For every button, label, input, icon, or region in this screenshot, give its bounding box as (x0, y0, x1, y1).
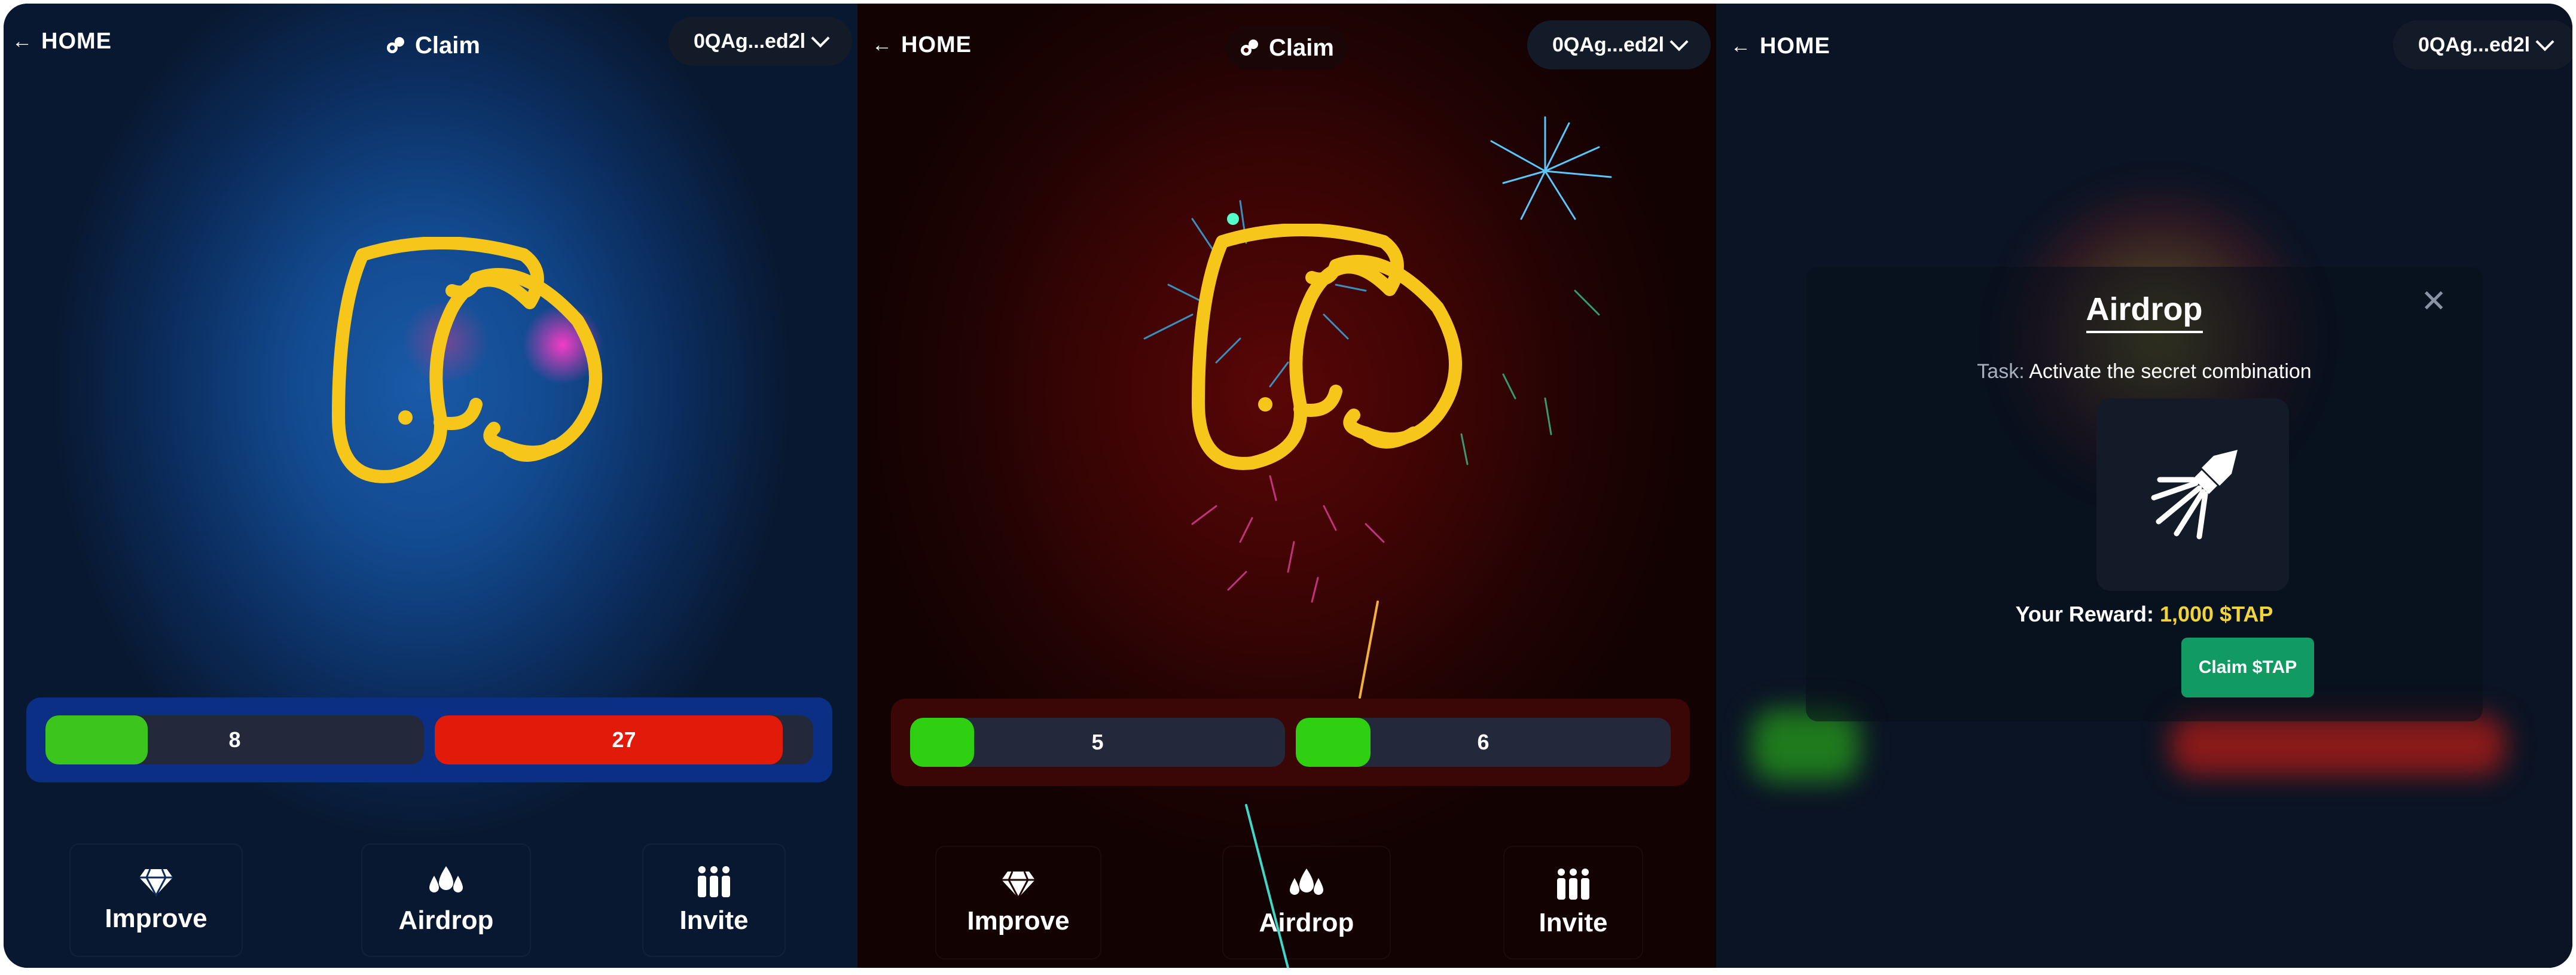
drops-icon (1290, 869, 1323, 895)
nav-airdrop[interactable]: Airdrop (361, 843, 531, 957)
blurred-red-bar (2171, 715, 2505, 775)
butt-logo-icon[interactable] (1186, 224, 1479, 481)
bottom-nav: Improve Airdrop Invite (857, 846, 1716, 959)
nav-airdrop[interactable]: Airdrop (1222, 846, 1391, 959)
progress-bars: 5 6 (891, 699, 1690, 786)
progress-bar-green: 8 (45, 715, 424, 764)
screen-home-red-fireworks: ← HOME Claim 0QAg...ed2l 5 6 Improve Air… (857, 4, 1716, 968)
home-label: HOME (41, 29, 112, 54)
progress-bar-green-2: 6 (1296, 718, 1671, 767)
claim-tap-button[interactable]: Claim $TAP (2181, 638, 2314, 697)
reward-value: 1,000 $TAP (2159, 602, 2273, 626)
reward-text: Your Reward: 1,000 $TAP (1806, 602, 2483, 627)
people-icon (1557, 869, 1589, 900)
nav-label: Improve (105, 904, 207, 933)
progress-value: 8 (228, 727, 241, 752)
progress-bars: 8 27 (26, 697, 832, 782)
top-bar: ← HOME Claim 0QAg...ed2l (4, 4, 857, 87)
task-image (2096, 398, 2289, 591)
butt-logo-icon[interactable] (326, 237, 619, 494)
nav-improve[interactable]: Improve (69, 843, 243, 957)
chevron-down-icon (811, 29, 830, 48)
task-key: Task: (1977, 360, 2025, 383)
task-value: Activate the secret combination (2029, 360, 2312, 383)
claim-button[interactable]: Claim (372, 24, 493, 67)
claim-label: Claim (415, 32, 480, 59)
nav-invite[interactable]: Invite (642, 843, 786, 957)
wallet-address: 0QAg...ed2l (694, 29, 806, 53)
wallet-address: 0QAg...ed2l (2418, 33, 2531, 56)
nav-label: Airdrop (1259, 908, 1354, 937)
firework-rocket-icon (2151, 450, 2238, 540)
nav-invite[interactable]: Invite (1503, 846, 1643, 959)
people-icon (698, 866, 730, 897)
bottom-nav: Improve Airdrop Invite (4, 843, 857, 957)
progress-value: 5 (1091, 730, 1104, 754)
task-text: Task: Activate the secret combination (1806, 360, 2483, 383)
home-link[interactable]: ← HOME (1730, 33, 1830, 59)
back-arrow-icon: ← (12, 30, 33, 53)
home-link[interactable]: ← HOME (12, 29, 112, 54)
nav-label: Invite (1539, 908, 1608, 937)
drops-icon (429, 866, 463, 892)
coins-icon (387, 37, 404, 53)
nav-improve[interactable]: Improve (935, 846, 1101, 959)
progress-bar-green-1: 5 (910, 718, 1285, 767)
modal-title: Airdrop (1806, 291, 2483, 333)
back-arrow-icon: ← (1730, 35, 1751, 57)
nav-label: Airdrop (398, 906, 494, 935)
diamond-icon (1002, 871, 1035, 899)
reward-key: Your Reward: (2015, 602, 2154, 626)
diamond-icon (139, 869, 173, 897)
fireworks-icon (1143, 116, 1612, 968)
progress-value: 6 (1477, 730, 1490, 754)
progress-bar-red: 27 (435, 715, 813, 764)
wallet-selector[interactable]: 0QAg...ed2l (2393, 20, 2572, 69)
nav-label: Improve (967, 906, 1070, 936)
screen-home-blue: ← HOME Claim 0QAg...ed2l 8 27 Improve Ai… (4, 4, 857, 968)
chevron-down-icon (2535, 32, 2554, 51)
progress-value: 27 (612, 727, 636, 752)
airdrop-modal: ✕ Airdrop Task: Activate the secret comb… (1806, 267, 2483, 721)
wallet-selector[interactable]: 0QAg...ed2l (669, 17, 853, 66)
nav-label: Invite (679, 906, 749, 935)
screen-airdrop-modal: ← HOME 0QAg...ed2l ✕ Airdrop Task: Activ… (1716, 4, 2572, 968)
home-label: HOME (1760, 33, 1830, 59)
app-screens: ← HOME Claim 0QAg...ed2l 8 27 Improve Ai… (4, 4, 2572, 968)
